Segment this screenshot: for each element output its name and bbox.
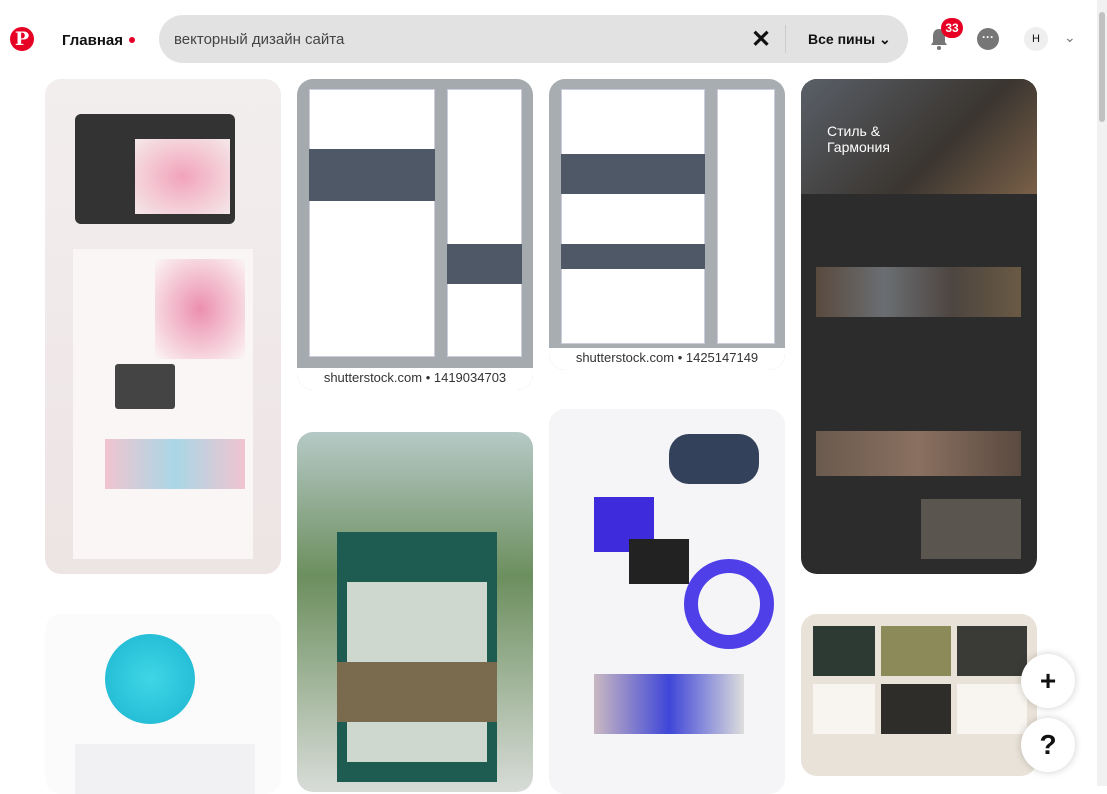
- pin-source-caption: shutterstock.com • 1419034703: [297, 368, 533, 390]
- filter-dropdown[interactable]: Все пины ⌄: [808, 31, 891, 48]
- add-button[interactable]: +: [1021, 654, 1075, 708]
- home-indicator-dot: [129, 37, 135, 43]
- account-chevron-icon[interactable]: ⌄: [1064, 29, 1076, 46]
- pin-card[interactable]: [801, 614, 1037, 776]
- pin-card[interactable]: [45, 79, 281, 574]
- notification-badge: 33: [941, 18, 963, 38]
- clear-search-icon[interactable]: ✕: [751, 25, 771, 54]
- search-bar: ✕ Все пины ⌄: [159, 15, 908, 63]
- help-button[interactable]: ?: [1021, 718, 1075, 772]
- pin-source-caption: shutterstock.com • 1425147149: [549, 348, 785, 370]
- pin-card[interactable]: shutterstock.com • 1425147149: [549, 79, 785, 370]
- filter-label: Все пины: [808, 31, 876, 47]
- search-input[interactable]: [174, 27, 734, 51]
- avatar[interactable]: Н: [1024, 27, 1048, 51]
- divider: [785, 25, 786, 53]
- pin-card[interactable]: Стиль & Гармония: [801, 79, 1037, 574]
- messages-icon[interactable]: ···: [977, 28, 999, 50]
- pin-card[interactable]: shutterstock.com • 1419034703: [297, 79, 533, 390]
- scrollbar-thumb[interactable]: [1099, 12, 1105, 122]
- home-link[interactable]: Главная: [62, 32, 123, 49]
- pin-card[interactable]: [549, 409, 785, 794]
- pin-card[interactable]: [45, 614, 281, 794]
- pinterest-logo[interactable]: P: [10, 27, 34, 51]
- chevron-down-icon: ⌄: [878, 31, 891, 47]
- header: P Главная ✕ Все пины ⌄ 33 ··· Н ⌄: [0, 0, 1097, 80]
- scrollbar[interactable]: [1097, 0, 1107, 786]
- pin-overlay-text: Стиль & Гармония: [827, 123, 890, 155]
- pin-card[interactable]: [297, 432, 533, 792]
